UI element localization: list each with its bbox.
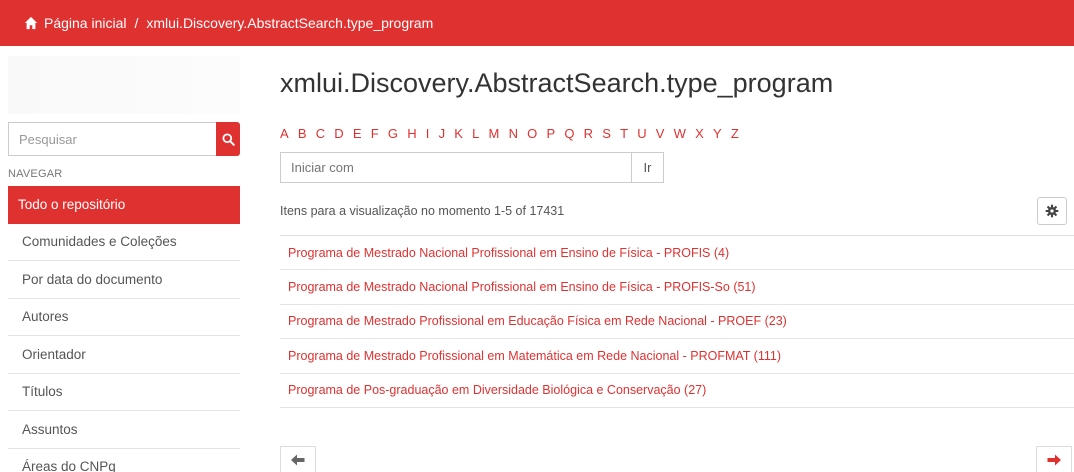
alphabet-letter-z[interactable]: Z: [731, 126, 739, 141]
search-box: [8, 122, 240, 156]
list-item: Programa de Pos-graduação em Diversidade…: [280, 374, 1074, 408]
start-with-form: Ir: [280, 152, 664, 183]
alphabet-filter: ABCDEFGHIJKLMNOPQRSTUVWXYZ: [280, 126, 739, 141]
alphabet-letter-f[interactable]: F: [371, 126, 379, 141]
page-title: xmlui.Discovery.AbstractSearch.type_prog…: [280, 68, 834, 98]
alphabet-letter-q[interactable]: Q: [564, 126, 574, 141]
main-content: xmlui.Discovery.AbstractSearch.type_prog…: [280, 46, 1074, 472]
breadcrumb-home-link[interactable]: Página inicial: [44, 15, 127, 31]
sidebar-item-areas-cnpq[interactable]: Áreas do CNPq: [8, 449, 240, 472]
previous-page-button[interactable]: [280, 446, 316, 472]
alphabet-letter-c[interactable]: C: [316, 126, 325, 141]
settings-button[interactable]: [1037, 197, 1067, 225]
gear-icon: [1045, 204, 1059, 218]
logo-placeholder: [8, 56, 240, 114]
list-item: Programa de Mestrado Profissional em Mat…: [280, 339, 1074, 374]
list-item: Programa de Mestrado Profissional em Edu…: [280, 305, 1074, 340]
breadcrumb-current: xmlui.Discovery.AbstractSearch.type_prog…: [146, 15, 434, 31]
breadcrumb: Página inicial / xmlui.Discovery.Abstrac…: [0, 0, 1074, 46]
items-count-info: Itens para a visualização no momento 1-5…: [280, 204, 565, 218]
alphabet-letter-b[interactable]: B: [298, 126, 307, 141]
alphabet-letter-k[interactable]: K: [454, 126, 463, 141]
search-button[interactable]: [216, 122, 240, 156]
list-item: Programa de Mestrado Nacional Profission…: [280, 270, 1074, 305]
alphabet-letter-j[interactable]: J: [439, 126, 446, 141]
alphabet-letter-l[interactable]: L: [472, 126, 479, 141]
result-link[interactable]: Programa de Pos-graduação em Diversidade…: [288, 383, 706, 397]
alphabet-letter-a[interactable]: A: [280, 126, 289, 141]
alphabet-letter-o[interactable]: O: [527, 126, 537, 141]
alphabet-letter-t[interactable]: T: [620, 126, 628, 141]
list-item: Programa de Mestrado Nacional Profission…: [280, 236, 1074, 271]
alphabet-letter-y[interactable]: Y: [713, 126, 722, 141]
sidebar-item-orientador[interactable]: Orientador: [8, 336, 240, 374]
arrow-left-icon: [291, 454, 305, 465]
alphabet-letter-s[interactable]: S: [602, 126, 611, 141]
alphabet-letter-x[interactable]: X: [695, 126, 704, 141]
go-button[interactable]: Ir: [632, 152, 664, 183]
sidebar-item-autores[interactable]: Autores: [8, 299, 240, 336]
alphabet-letter-v[interactable]: V: [656, 126, 665, 141]
nav-list: Todo o repositório Comunidades e Coleçõe…: [8, 186, 240, 472]
alphabet-letter-i[interactable]: I: [426, 126, 430, 141]
results-list: Programa de Mestrado Nacional Profission…: [280, 235, 1074, 408]
alphabet-letter-d[interactable]: D: [334, 126, 343, 141]
breadcrumb-separator: /: [134, 15, 139, 31]
alphabet-letter-g[interactable]: G: [388, 126, 398, 141]
result-link[interactable]: Programa de Mestrado Profissional em Edu…: [288, 314, 787, 328]
sidebar-item-todo-repositorio[interactable]: Todo o repositório: [8, 186, 240, 224]
search-input[interactable]: [8, 122, 216, 156]
alphabet-letter-r[interactable]: R: [584, 126, 593, 141]
result-link[interactable]: Programa de Mestrado Profissional em Mat…: [288, 349, 781, 363]
alphabet-letter-m[interactable]: M: [489, 126, 500, 141]
sidebar-item-data-documento[interactable]: Por data do documento: [8, 261, 240, 299]
arrow-right-icon: [1047, 454, 1061, 465]
alphabet-letter-n[interactable]: N: [509, 126, 518, 141]
start-with-input[interactable]: [280, 152, 632, 183]
next-page-button[interactable]: [1036, 446, 1072, 472]
result-link[interactable]: Programa de Mestrado Nacional Profission…: [288, 280, 756, 294]
sidebar-item-titulos[interactable]: Títulos: [8, 374, 240, 411]
alphabet-letter-h[interactable]: H: [407, 126, 416, 141]
alphabet-letter-w[interactable]: W: [674, 126, 686, 141]
result-link[interactable]: Programa de Mestrado Nacional Profission…: [288, 246, 729, 260]
sidebar-item-assuntos[interactable]: Assuntos: [8, 411, 240, 449]
sidebar-item-comunidades[interactable]: Comunidades e Coleções: [8, 224, 240, 261]
alphabet-letter-u[interactable]: U: [637, 126, 646, 141]
nav-heading: NAVEGAR: [8, 168, 63, 180]
sidebar: NAVEGAR Todo o repositório Comunidades e…: [0, 46, 240, 472]
alphabet-letter-e[interactable]: E: [353, 126, 362, 141]
search-icon: [221, 132, 235, 146]
home-icon: [24, 16, 38, 30]
alphabet-letter-p[interactable]: P: [546, 126, 555, 141]
